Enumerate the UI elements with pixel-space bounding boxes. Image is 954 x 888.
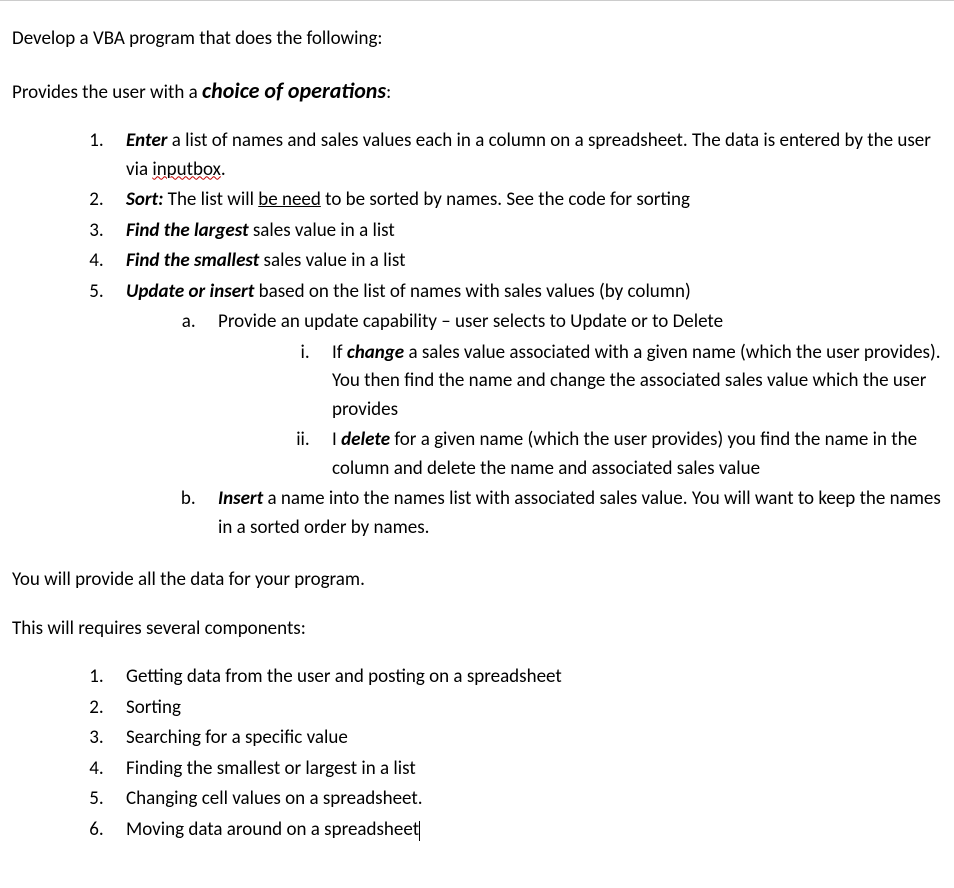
item2-underline: be need: [258, 188, 321, 211]
sub-item-i: If change a sales value associated with …: [314, 339, 942, 425]
sub-i-post: a sales value associated with a given na…: [332, 341, 941, 421]
comp-item-1: Getting data from the user and posting o…: [108, 663, 942, 692]
item4-text: sales value in a list: [259, 249, 405, 272]
intro2-emphasis: choice of operations: [202, 77, 386, 104]
mid-paragraph-1: You will provide all the data for your p…: [12, 566, 942, 595]
sub-b-bold: Insert: [218, 487, 263, 510]
intro2-pre: Provides the user with a: [12, 81, 202, 104]
sub-ii-pre: I: [332, 428, 341, 451]
item1-text: a list of names and sales values each in…: [126, 129, 931, 181]
sub-i-bold: change: [347, 341, 404, 364]
sub-ii-post: for a given name (which the user provide…: [332, 428, 917, 480]
sub-item-a: Provide an update capability – user sele…: [200, 308, 942, 483]
comp-item-6-text: Moving data around on a spreadsheet: [126, 818, 419, 841]
item1-bold: Enter: [126, 129, 167, 152]
mid-paragraph-2: This will requires several components:: [12, 615, 942, 644]
comp-item-6: Moving data around on a spreadsheet: [108, 816, 942, 845]
intro2-post: :: [386, 81, 391, 104]
intro-paragraph-1: Develop a VBA program that does the foll…: [12, 25, 942, 54]
sub-ii-bold: delete: [341, 428, 390, 451]
item5-text: based on the list of names with sales va…: [254, 280, 690, 303]
main-item-1: Enter a list of names and sales values e…: [108, 127, 942, 184]
sub-item-b: Insert a name into the names list with a…: [200, 485, 942, 542]
item1-after: .: [221, 158, 226, 181]
sub-i-pre: If: [332, 341, 347, 364]
main-item-2: Sort: The list will be need to be sorted…: [108, 186, 942, 215]
sub-a-text: Provide an update capability – user sele…: [218, 310, 723, 333]
item2-bold: Sort:: [126, 188, 163, 211]
intro-paragraph-2: Provides the user with a choice of opera…: [12, 74, 942, 108]
item3-text: sales value in a list: [249, 219, 395, 242]
sub-item-ii: I delete for a given name (which the use…: [314, 426, 942, 483]
comp-item-2: Sorting: [108, 694, 942, 723]
item4-bold: Find the smallest: [126, 249, 259, 272]
item2-post: to be sorted by names. See the code for …: [321, 188, 690, 211]
comp-item-3: Searching for a specific value: [108, 724, 942, 753]
sub-b-text: a name into the names list with associat…: [218, 487, 941, 539]
comp-item-5: Changing cell values on a spreadsheet.: [108, 785, 942, 814]
sublist-a: Provide an update capability – user sele…: [126, 308, 942, 542]
components-list: Getting data from the user and posting o…: [12, 663, 942, 844]
item2-pre: The list will: [163, 188, 258, 211]
text-cursor: [419, 821, 420, 841]
item1-squiggly: inputbox: [152, 158, 221, 181]
main-list: Enter a list of names and sales values e…: [12, 127, 942, 542]
main-item-4: Find the smallest sales value in a list: [108, 247, 942, 276]
document-page: Develop a VBA program that does the foll…: [0, 0, 954, 888]
item5-bold: Update or insert: [126, 280, 254, 303]
comp-item-4: Finding the smallest or largest in a lis…: [108, 755, 942, 784]
main-item-5: Update or insert based on the list of na…: [108, 278, 942, 543]
item3-bold: Find the largest: [126, 219, 249, 242]
main-item-3: Find the largest sales value in a list: [108, 217, 942, 246]
sublist-i: If change a sales value associated with …: [218, 339, 942, 484]
